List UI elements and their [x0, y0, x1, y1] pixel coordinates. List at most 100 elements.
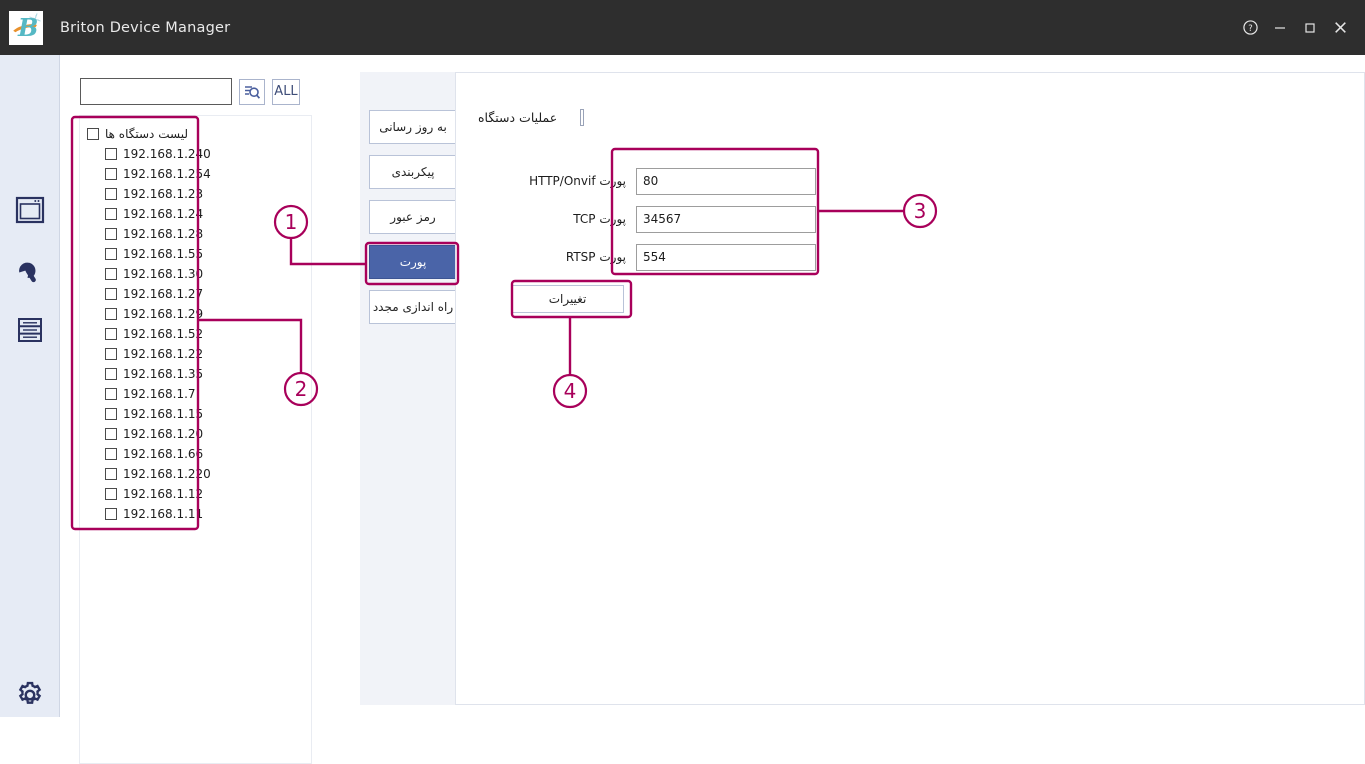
reboot-button[interactable]: راه اندازی مجدد: [369, 290, 457, 324]
device-checkbox[interactable]: [105, 308, 117, 320]
device-checkbox[interactable]: [105, 368, 117, 380]
device-ip-label: 192.168.1.11: [123, 507, 203, 521]
wrench-icon[interactable]: [0, 245, 60, 295]
device-checkbox[interactable]: [105, 188, 117, 200]
device-list-item[interactable]: 192.168.1.27: [80, 284, 313, 304]
device-list-item[interactable]: 192.168.1.7: [80, 384, 313, 404]
device-list-item[interactable]: 192.168.1.35: [80, 364, 313, 384]
icon-rail: [0, 55, 60, 717]
apply-changes-button[interactable]: تغییرات: [511, 285, 624, 313]
device-checkbox[interactable]: [105, 328, 117, 340]
device-ip-label: 192.168.1.55: [123, 247, 203, 261]
window-controls: ?: [1235, 0, 1365, 55]
device-list-item[interactable]: 192.168.1.52: [80, 324, 313, 344]
device-checkbox[interactable]: [105, 348, 117, 360]
device-ip-label: 192.168.1.23: [123, 187, 203, 201]
search-row: ALL: [80, 78, 300, 105]
title-bar: B Briton Device Manager ?: [0, 0, 1365, 55]
device-list-item[interactable]: 192.168.1.20: [80, 424, 313, 444]
device-ip-label: 192.168.1.29: [123, 307, 203, 321]
device-list-item[interactable]: 192.168.1.29: [80, 304, 313, 324]
content-panel: عملیات دستگاه پورت HTTP/Onvif پورت TCP پ…: [455, 72, 1365, 705]
gear-icon[interactable]: [0, 670, 60, 720]
device-list: لیست دستگاه ها 192.168.1.240 192.168.1.254…: [80, 116, 313, 524]
device-ip-label: 192.168.1.15: [123, 407, 203, 421]
page-title: عملیات دستگاه: [478, 110, 557, 125]
minimize-icon[interactable]: [1265, 11, 1295, 45]
device-list-item[interactable]: 192.168.1.12: [80, 484, 313, 504]
device-list-item[interactable]: 192.168.1.24: [80, 204, 313, 224]
device-checkbox[interactable]: [105, 148, 117, 160]
device-checkbox[interactable]: [105, 448, 117, 460]
rtsp-port-field[interactable]: [636, 244, 816, 271]
device-ip-label: 192.168.1.52: [123, 327, 203, 341]
device-list-item[interactable]: 192.168.1.23: [80, 184, 313, 204]
maximize-icon[interactable]: [1295, 11, 1325, 45]
section-marker-icon: [580, 109, 584, 126]
briton-logo-icon: B: [9, 11, 43, 45]
device-ip-label: 192.168.1.66: [123, 447, 203, 461]
device-list-item[interactable]: 192.168.1.30: [80, 264, 313, 284]
device-checkbox[interactable]: [105, 168, 117, 180]
device-ip-label: 192.168.1.240: [123, 147, 211, 161]
device-ip-label: 192.168.1.24: [123, 207, 203, 221]
device-ip-label: 192.168.1.254: [123, 167, 211, 181]
main-area: به روز رسانی پیکربندی رمز عبور پورت راه اندا…: [360, 72, 1365, 705]
device-list-item[interactable]: 192.168.1.55: [80, 244, 313, 264]
device-list-panel: لیست دستگاه ها 192.168.1.240 192.168.1.254…: [79, 115, 312, 764]
device-checkbox[interactable]: [105, 228, 117, 240]
close-icon[interactable]: [1325, 11, 1355, 45]
action-button-column: به روز رسانی پیکربندی رمز عبور پورت راه اندا…: [360, 72, 455, 705]
all-button[interactable]: ALL: [272, 79, 300, 105]
device-checkbox[interactable]: [105, 488, 117, 500]
server-list-icon[interactable]: [0, 305, 60, 355]
http-onvif-port-field[interactable]: [636, 168, 816, 195]
update-button[interactable]: به روز رسانی: [369, 110, 457, 144]
device-ip-label: 192.168.1.12: [123, 487, 203, 501]
device-list-item[interactable]: 192.168.1.240: [80, 144, 313, 164]
device-list-item[interactable]: 192.168.1.66: [80, 444, 313, 464]
device-checkbox[interactable]: [105, 208, 117, 220]
rtsp-port-label: پورت RTSP: [511, 250, 636, 264]
search-input[interactable]: [80, 78, 232, 105]
device-checkbox[interactable]: [105, 288, 117, 300]
device-checkbox[interactable]: [105, 268, 117, 280]
tcp-port-field[interactable]: [636, 206, 816, 233]
device-list-item[interactable]: 192.168.1.22: [80, 344, 313, 364]
device-list-column: ALL لیست دستگاه ها 192.168.1.240 192.168.1…: [60, 55, 360, 717]
device-list-header-row[interactable]: لیست دستگاه ها: [80, 124, 313, 144]
app-title: Briton Device Manager: [60, 20, 230, 36]
tcp-port-label: پورت TCP: [511, 212, 636, 226]
device-checkbox[interactable]: [105, 408, 117, 420]
device-list-item[interactable]: 192.168.1.11: [80, 504, 313, 524]
config-button[interactable]: پیکربندی: [369, 155, 457, 189]
search-filter-icon[interactable]: [239, 79, 265, 105]
device-list-item[interactable]: 192.168.1.220: [80, 464, 313, 484]
password-button[interactable]: رمز عبور: [369, 200, 457, 234]
device-ip-label: 192.168.1.220: [123, 467, 211, 481]
section-title-wrap: عملیات دستگاه: [478, 109, 584, 126]
device-ip-label: 192.168.1.28: [123, 227, 203, 241]
select-all-checkbox[interactable]: [87, 128, 99, 140]
device-ip-label: 192.168.1.27: [123, 287, 203, 301]
device-ip-label: 192.168.1.35: [123, 367, 203, 381]
device-checkbox[interactable]: [105, 428, 117, 440]
monitor-icon[interactable]: [0, 185, 60, 235]
device-ip-label: 192.168.1.20: [123, 427, 203, 441]
form-row: پورت HTTP/Onvif: [511, 166, 841, 196]
form-row: پورت TCP: [511, 204, 841, 234]
device-checkbox[interactable]: [105, 248, 117, 260]
svg-text:?: ?: [1248, 23, 1252, 33]
device-checkbox[interactable]: [105, 388, 117, 400]
device-list-header-label: لیست دستگاه ها: [105, 127, 188, 141]
device-list-item[interactable]: 192.168.1.15: [80, 404, 313, 424]
device-checkbox[interactable]: [105, 508, 117, 520]
device-list-item[interactable]: 192.168.1.28: [80, 224, 313, 244]
device-ip-label: 192.168.1.22: [123, 347, 203, 361]
help-circle-icon[interactable]: ?: [1235, 11, 1265, 45]
port-button[interactable]: پورت: [369, 245, 457, 279]
device-list-item[interactable]: 192.168.1.254: [80, 164, 313, 184]
device-ip-label: 192.168.1.7: [123, 387, 196, 401]
http-onvif-port-label: پورت HTTP/Onvif: [511, 174, 636, 188]
device-checkbox[interactable]: [105, 468, 117, 480]
